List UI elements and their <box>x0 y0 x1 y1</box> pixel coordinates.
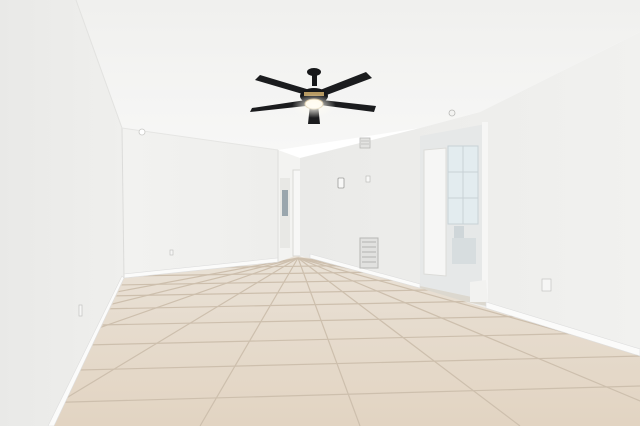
ceiling-vent <box>359 137 371 149</box>
outlet-back <box>169 249 174 256</box>
outlet-left <box>78 304 83 317</box>
room-photo <box>0 0 640 426</box>
return-air-vent <box>359 237 379 269</box>
outlet-right <box>541 278 552 292</box>
bathroom-door-open <box>423 147 447 277</box>
door-frame <box>482 122 488 302</box>
bathroom-vanity <box>452 238 476 264</box>
smoke-detector-icon <box>448 109 456 117</box>
wall-switch <box>365 175 371 183</box>
back-wall <box>122 128 278 278</box>
thermostat-icon <box>337 177 345 189</box>
recessed-light-icon <box>138 128 146 136</box>
